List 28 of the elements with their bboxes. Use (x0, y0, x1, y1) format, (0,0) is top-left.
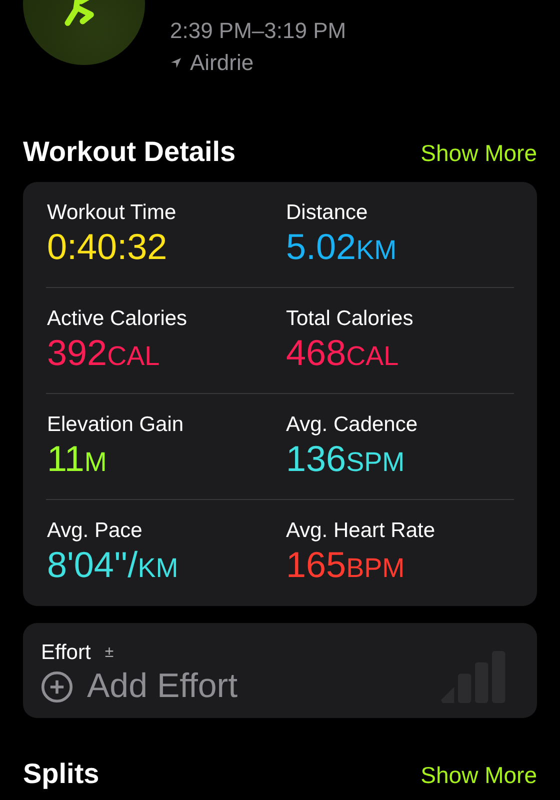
metric-label: Avg. Heart Rate (286, 518, 436, 544)
metric-value: 11M (47, 438, 107, 481)
metric-label: Active Calories (47, 306, 188, 332)
show-more-link[interactable]: Show More (420, 762, 537, 789)
adjust-symbol: ± (104, 644, 114, 662)
add-effort-placeholder[interactable]: Add Effort (87, 667, 425, 706)
metric-value: 136SPM (286, 438, 405, 481)
effort-card[interactable]: Effort ± Add Effort (23, 623, 537, 718)
metric-value: 5.02KM (286, 226, 397, 269)
metric-label: Distance (286, 200, 368, 226)
add-icon[interactable] (41, 670, 73, 702)
metric-label: Total Calories (286, 306, 414, 332)
metric-value: 165BPM (286, 544, 405, 587)
location-name: Airdrie (190, 50, 254, 76)
show-more-link[interactable]: Show More (420, 140, 537, 167)
metric-label: Avg. Cadence (286, 412, 418, 438)
metric-value: 392CAL (47, 332, 160, 375)
effort-label: Effort (41, 641, 91, 665)
metric-label: Elevation Gain (47, 412, 184, 438)
section-title: Splits (23, 758, 100, 790)
location-arrow-icon (170, 57, 182, 69)
metric-value: 8'04''/KM (47, 544, 178, 587)
metric-value: 468CAL (286, 332, 399, 375)
metric-label: Workout Time (47, 200, 176, 226)
metric-value: 0:40:32 (47, 226, 168, 268)
time-range: 2:39 PM–3:19 PM (170, 18, 346, 44)
section-title: Workout Details (23, 136, 236, 168)
metric-label: Avg. Pace (47, 518, 142, 544)
